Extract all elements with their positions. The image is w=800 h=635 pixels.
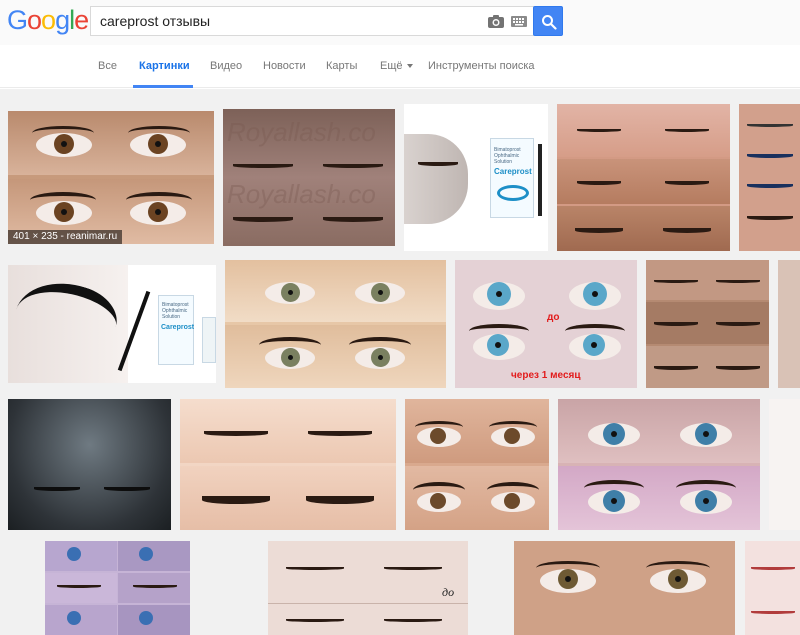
tab-news[interactable]: Новости	[263, 60, 306, 72]
tab-maps[interactable]: Карты	[326, 60, 357, 72]
search-button[interactable]	[533, 6, 563, 36]
image-result-13[interactable]	[405, 399, 549, 530]
product-subtitle: Bimatoprost Ophthalmic Solution	[494, 147, 521, 165]
search-input[interactable]: careprost отзывы	[100, 13, 210, 29]
image-result-3[interactable]: Bimatoprost Ophthalmic Solution Carepros…	[404, 104, 548, 251]
product-subtitle: Bimatoprost Ophthalmic Solution	[162, 302, 189, 320]
image-caption: 401 × 235 - reanimar.ru	[8, 230, 123, 244]
image-result-17[interactable]: до	[268, 541, 468, 635]
image-result-14[interactable]	[558, 399, 760, 530]
image-results: 401 × 235 - reanimar.ru Royallash.co Roy…	[0, 89, 800, 635]
image-result-11[interactable]	[8, 399, 171, 530]
watermark: Royallash.co	[227, 179, 376, 209]
product-brand: Careprost	[494, 167, 532, 176]
google-images-page: Google careprost отзывы Все Картинки Вид…	[0, 0, 800, 635]
image-result-12[interactable]	[180, 399, 396, 530]
search-box[interactable]: careprost отзывы	[90, 6, 534, 36]
image-result-15[interactable]	[769, 399, 800, 530]
image-result-16[interactable]	[45, 541, 190, 635]
image-result-8[interactable]: до через 1 месяц	[455, 260, 637, 388]
image-result-19[interactable]	[745, 541, 800, 635]
image-result-18[interactable]	[514, 541, 735, 635]
careprost-box: Bimatoprost Ophthalmic Solution Carepros…	[490, 138, 534, 218]
image-result-9[interactable]	[646, 260, 769, 388]
tab-video[interactable]: Видео	[210, 60, 242, 72]
eye-strip	[8, 111, 214, 175]
label-do: до	[442, 585, 455, 599]
tab-all[interactable]: Все	[98, 60, 117, 72]
google-logo[interactable]: Google	[7, 5, 89, 35]
logo-letter: e	[74, 5, 89, 35]
logo-letter: o	[41, 5, 56, 35]
keyboard-icon[interactable]	[511, 16, 527, 27]
tab-images[interactable]: Картинки	[139, 60, 190, 72]
label-before: до	[547, 312, 560, 323]
image-result-10[interactable]	[778, 260, 800, 388]
header: Google careprost отзывы	[0, 0, 800, 45]
tab-search-tools[interactable]: Инструменты поиска	[428, 60, 535, 72]
logo-letter: g	[55, 5, 70, 35]
image-result-6[interactable]: Bimatoprost Ophthalmic Solution Carepros…	[8, 265, 216, 383]
image-result-5[interactable]	[739, 104, 800, 251]
watermark: Royallash.co	[227, 117, 376, 147]
camera-icon[interactable]	[488, 15, 504, 28]
tab-more[interactable]: Ещё	[380, 60, 413, 72]
image-result-7[interactable]	[225, 260, 446, 388]
image-result-4[interactable]	[557, 104, 730, 251]
logo-letter: G	[7, 5, 28, 35]
search-tabs: Все Картинки Видео Новости Карты Ещё Инс…	[0, 45, 800, 88]
label-after: через 1 месяц	[511, 370, 581, 381]
product-brand: Careprost	[161, 324, 195, 331]
search-icon	[542, 15, 557, 30]
active-tab-indicator	[133, 85, 193, 88]
logo-letter: o	[27, 5, 42, 35]
caret-down-icon	[406, 64, 413, 69]
image-result-2[interactable]: Royallash.co Royallash.co	[223, 109, 395, 246]
image-result-1[interactable]: 401 × 235 - reanimar.ru	[8, 111, 214, 244]
tab-more-label: Ещё	[380, 60, 403, 72]
